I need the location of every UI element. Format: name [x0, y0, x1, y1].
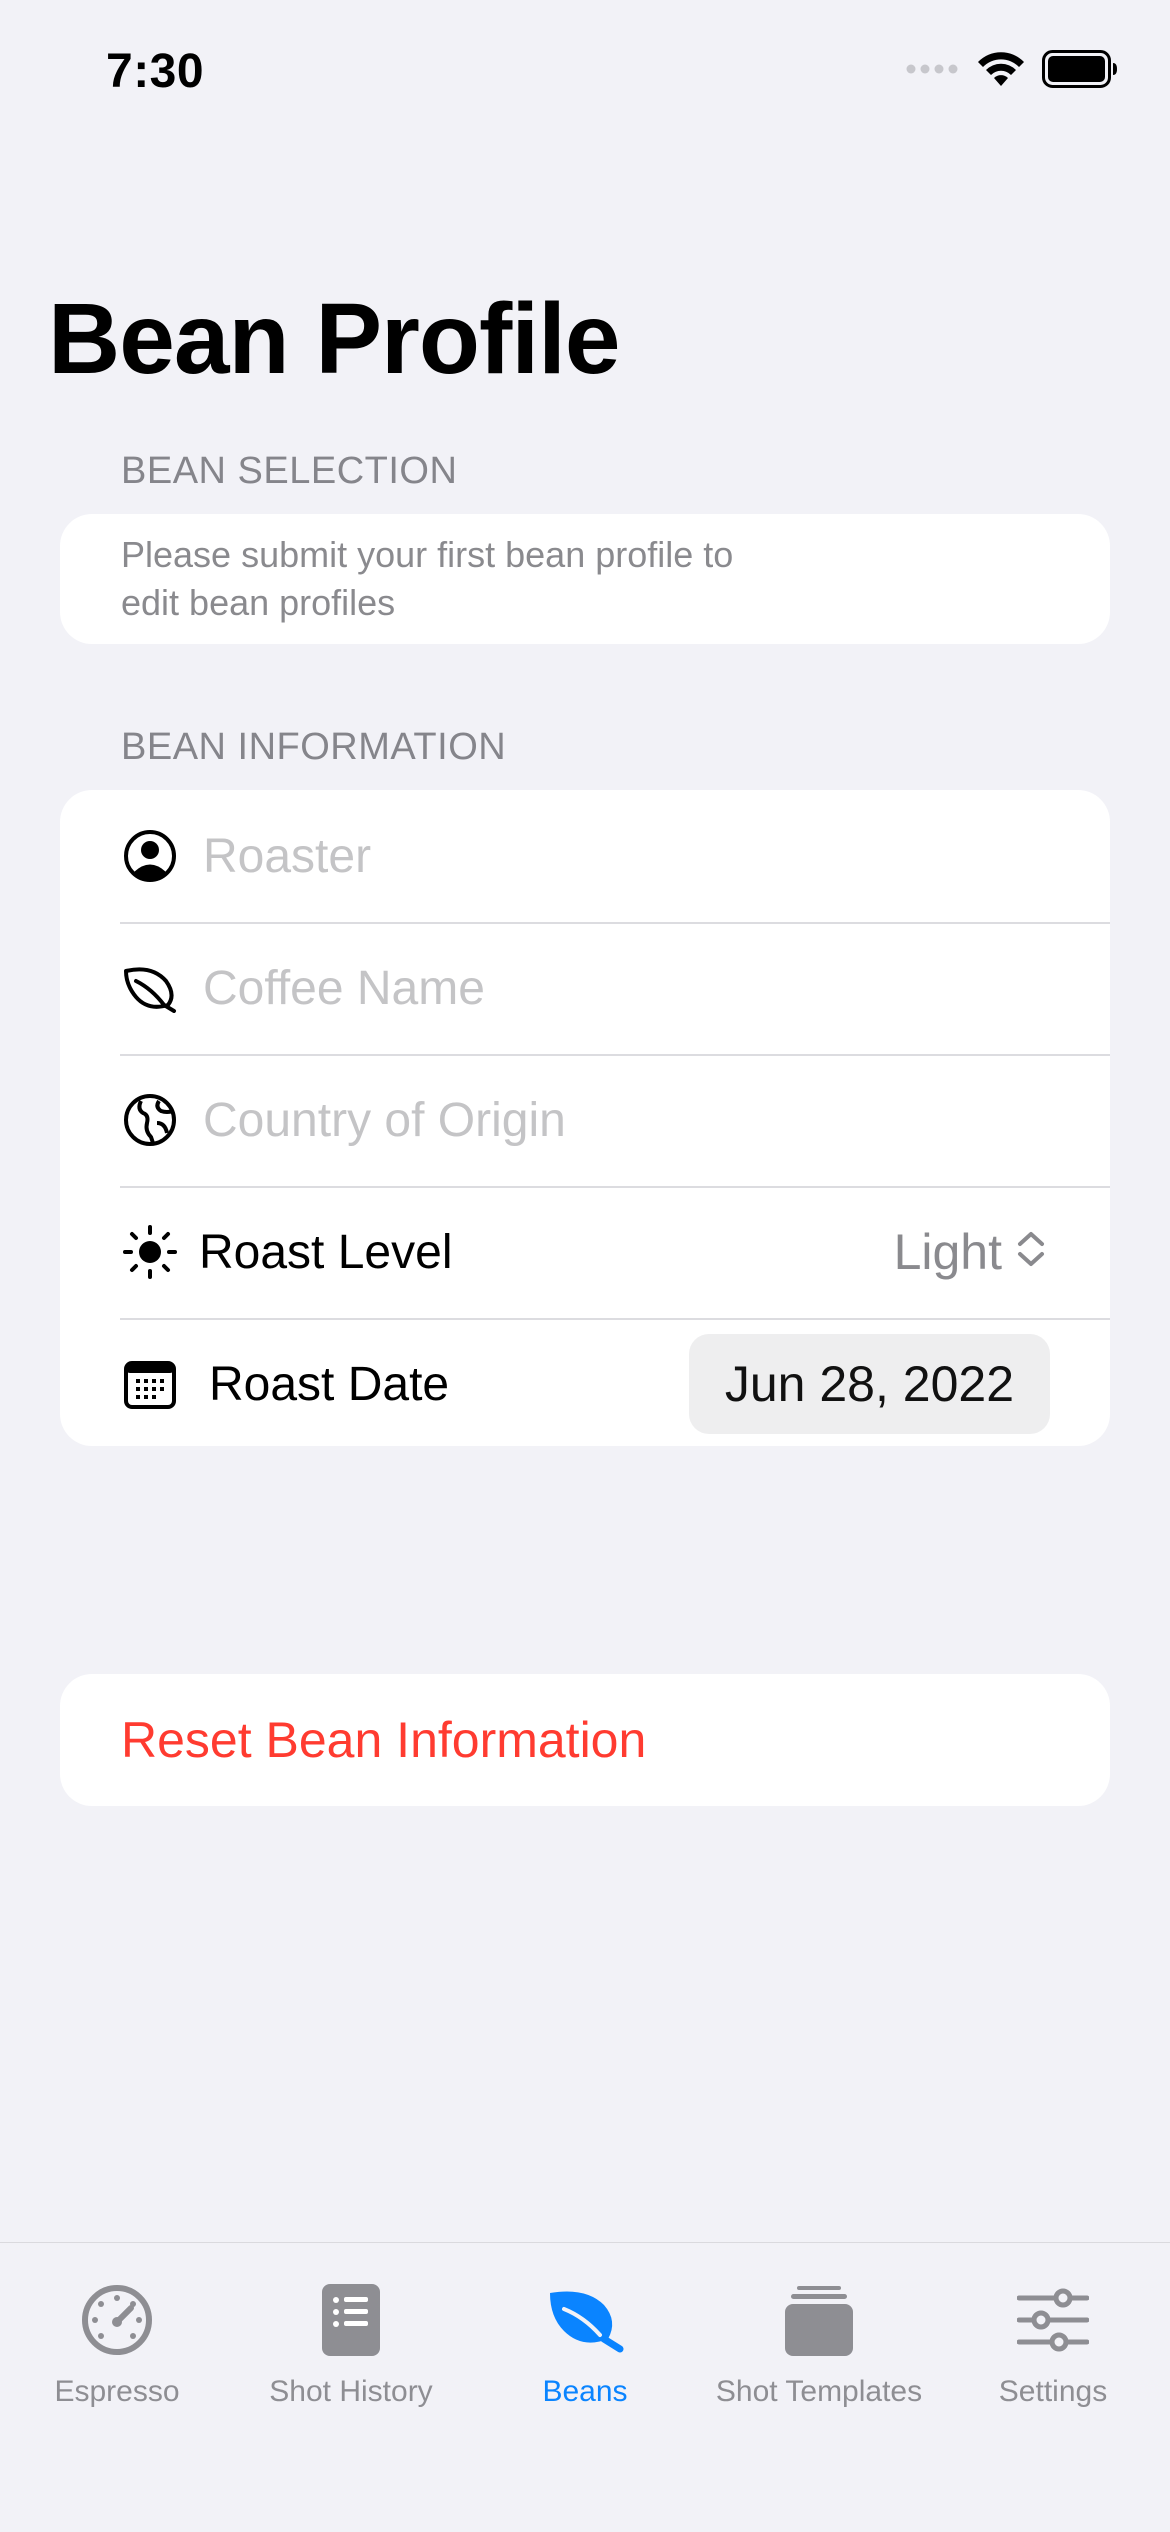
roaster-input[interactable]	[203, 828, 1023, 884]
status-bar: 7:30	[0, 0, 1170, 140]
coffee-name-input[interactable]	[203, 960, 1023, 1016]
cellular-signal-icon	[906, 61, 960, 82]
roast-level-value: Light	[893, 1224, 1002, 1280]
page-title: Bean Profile	[48, 283, 620, 395]
tab-espresso-label: Espresso	[54, 2375, 180, 2408]
roast-level-picker[interactable]: Light	[894, 1186, 1046, 1318]
screen: 7:30 Bean Profile BEAN SELECTION Please …	[0, 0, 1170, 2532]
bean-selection-header: BEAN SELECTION	[121, 450, 458, 492]
person-circle-icon	[121, 827, 179, 885]
calendar-icon	[121, 1355, 179, 1413]
tab-beans[interactable]: Beans	[468, 2243, 702, 2443]
country-row	[60, 1054, 1110, 1186]
tab-shot-history-label: Shot History	[269, 2375, 433, 2408]
roaster-row	[60, 790, 1110, 922]
gauge-icon	[81, 2279, 153, 2361]
coffee-name-row	[60, 922, 1110, 1054]
globe-icon	[121, 1091, 179, 1149]
list-icon	[322, 2279, 380, 2361]
leaf-icon	[121, 959, 179, 1017]
tab-bar: Espresso Shot History Beans Shot Templat…	[0, 2242, 1170, 2532]
roast-date-picker[interactable]: Jun 28, 2022	[688, 1334, 1050, 1434]
bean-selection-card: Please submit your first bean profile to…	[60, 514, 1110, 644]
status-time: 7:30	[106, 45, 205, 98]
roast-date-label: Roast Date	[209, 1357, 450, 1411]
chevron-up-down-icon	[1016, 1223, 1046, 1281]
tab-beans-label: Beans	[542, 2375, 628, 2408]
status-icons	[906, 50, 1118, 93]
tab-settings-label: Settings	[998, 2375, 1108, 2408]
sliders-icon	[1017, 2279, 1089, 2361]
tab-settings[interactable]: Settings	[936, 2243, 1170, 2443]
bean-information-header: BEAN INFORMATION	[121, 726, 507, 768]
reset-bean-information-button[interactable]: Reset Bean Information	[60, 1674, 1110, 1806]
sun-icon	[121, 1223, 179, 1281]
country-input[interactable]	[203, 1092, 1023, 1148]
roast-level-row[interactable]: Roast Level Light	[60, 1186, 1110, 1318]
tab-shot-history[interactable]: Shot History	[234, 2243, 468, 2443]
roast-level-label: Roast Level	[199, 1225, 453, 1279]
bean-information-card: Roast Level Light	[60, 790, 1110, 1446]
bean-selection-note: Please submit your first bean profile to…	[121, 534, 734, 623]
roast-date-row: Roast Date Jun 28, 2022	[60, 1318, 1110, 1446]
tab-espresso[interactable]: Espresso	[0, 2243, 234, 2443]
tab-shot-templates[interactable]: Shot Templates	[702, 2243, 936, 2443]
battery-icon	[1042, 50, 1118, 93]
stack-icon	[783, 2279, 855, 2361]
wifi-icon	[976, 50, 1026, 93]
tab-shot-templates-label: Shot Templates	[715, 2375, 923, 2408]
leaf-fill-icon	[546, 2279, 624, 2361]
